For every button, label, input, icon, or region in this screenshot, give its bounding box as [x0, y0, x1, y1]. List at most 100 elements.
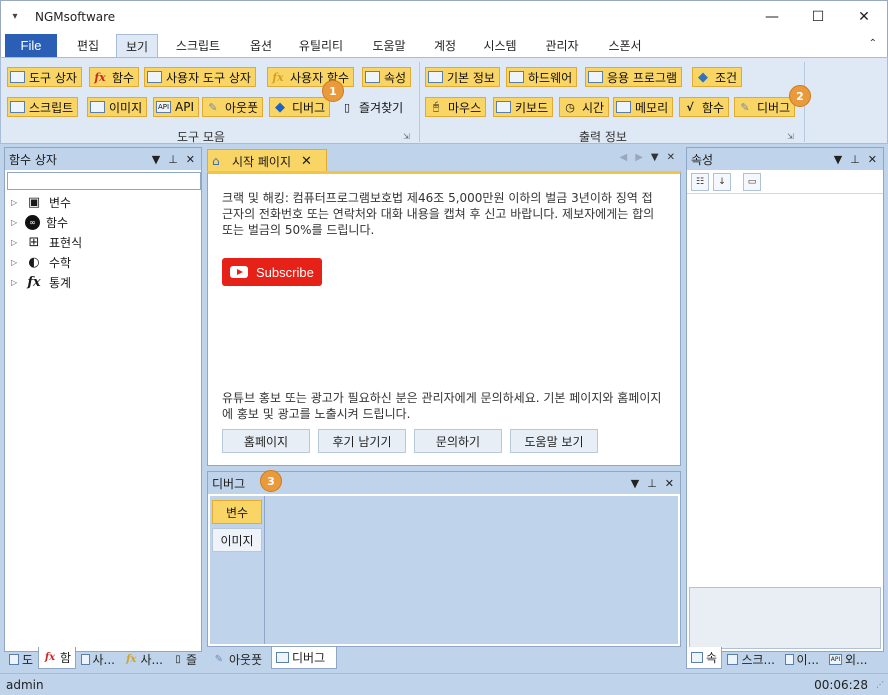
ribbon-keyboard-button[interactable]: 키보드 — [493, 97, 554, 117]
ribbon-properties-button[interactable]: 속성 — [362, 67, 412, 87]
tab-output[interactable]: ✎ 아웃풋 — [207, 649, 271, 669]
page-icon: ▯ — [175, 653, 181, 665]
tab-account[interactable]: 계정 — [423, 34, 467, 57]
collapse-ribbon-icon[interactable]: ⌃ — [869, 38, 877, 49]
script-icon — [727, 653, 739, 665]
tree-item-expression[interactable]: ▷ ⊞ 표현식 — [11, 232, 82, 252]
tab-utility[interactable]: 유틸리티 — [289, 34, 353, 57]
debug-tab-image[interactable]: 이미지 — [212, 528, 262, 552]
quick-access-icon[interactable]: ▾ — [5, 11, 25, 22]
tools-group-launcher-icon[interactable]: ⇲ — [403, 132, 410, 141]
function-box-panel: 함수 상자 ▼ ⊥ ✕ ▷ ▣ 변수 ▷ ∞ 함수 ▷ ⊞ 표현식 ▷ ◐ 수학 ▷ fx 통계 — [4, 147, 202, 652]
tab-favorites[interactable]: ▯ 즐 — [168, 649, 202, 669]
sort-az-icon[interactable]: ↓ — [713, 172, 731, 191]
tab-user-function[interactable]: fx 사... — [120, 649, 168, 669]
tab-script[interactable]: 스크... — [722, 649, 780, 669]
ribbon-condition-button[interactable]: ◆ 조건 — [692, 67, 743, 87]
help-button[interactable]: 도움말 보기 — [510, 429, 598, 453]
image-icon — [785, 653, 794, 665]
resize-grip-icon[interactable]: ⋰ — [876, 680, 884, 689]
tab-start-page[interactable]: ⌂ 시작 페이지 ✕ — [207, 149, 327, 172]
info-icon: ◆ — [275, 99, 285, 115]
tree-item-function[interactable]: ▷ ∞ 함수 — [11, 212, 82, 232]
pin-icon[interactable]: ⊥ — [647, 477, 657, 490]
pin-icon[interactable]: ⊥ — [850, 153, 860, 166]
minimize-button[interactable]: — — [749, 1, 795, 33]
tab-image[interactable]: 이... — [780, 649, 824, 669]
tab-external[interactable]: API 외... — [824, 649, 874, 669]
api-icon: API — [829, 653, 842, 665]
ribbon-basic-info-button[interactable]: 기본 정보 — [425, 67, 500, 87]
scroll-right-icon[interactable]: ▶ — [635, 152, 643, 163]
tab-sponsor[interactable]: 스폰서 — [597, 34, 653, 57]
ribbon-time-button[interactable]: ◷ 시간 — [559, 97, 610, 117]
close-tab-icon[interactable]: ✕ — [301, 154, 312, 169]
dropdown-icon[interactable]: ▼ — [834, 153, 842, 166]
expand-icon[interactable]: ▷ — [11, 278, 25, 287]
ribbon-hardware-button[interactable]: 하드웨어 — [506, 67, 578, 87]
tab-help[interactable]: 도움말 — [361, 34, 417, 57]
close-icon[interactable]: ✕ — [186, 153, 195, 166]
tab-function[interactable]: fx 함 — [38, 647, 76, 669]
tab-script[interactable]: 스크립트 — [163, 34, 233, 57]
ribbon-output-debug-button[interactable]: ✎ 디버그 — [734, 97, 796, 117]
expand-icon[interactable]: ▷ — [11, 218, 25, 227]
homepage-button[interactable]: 홈페이지 — [222, 429, 310, 453]
ribbon-mouse-button[interactable]: 🖰 마우스 — [425, 97, 487, 117]
tab-list-icon[interactable]: ▼ — [651, 152, 659, 163]
ribbon-function-button[interactable]: fx 함수 — [89, 67, 140, 87]
tab-user-toolbox[interactable]: 사... — [76, 649, 120, 669]
ribbon-output-button[interactable]: ✎ 아웃풋 — [202, 97, 264, 117]
tab-system[interactable]: 시스템 — [473, 34, 527, 57]
property-pages-icon[interactable]: ▭ — [743, 172, 761, 191]
close-icon[interactable]: ✕ — [667, 152, 675, 163]
youtube-subscribe-button[interactable]: Subscribe — [222, 258, 322, 286]
eraser-icon: ✎ — [208, 100, 218, 114]
tab-options[interactable]: 옵션 — [239, 34, 283, 57]
ribbon-output-function-button[interactable]: √ 함수 — [679, 97, 730, 117]
property-description — [689, 587, 881, 649]
ribbon-application-button[interactable]: 응용 프로그램 — [585, 67, 683, 87]
hardware-icon — [509, 71, 524, 83]
tab-edit[interactable]: 편집 — [63, 34, 113, 57]
ribbon-toolbox-button[interactable]: 도구 상자 — [7, 67, 82, 87]
maximize-button[interactable]: ☐ — [795, 1, 841, 33]
panel-title: 속성 — [691, 152, 714, 167]
close-icon[interactable]: ✕ — [868, 153, 877, 166]
review-button[interactable]: 후기 남기기 — [318, 429, 406, 453]
close-button[interactable]: ✕ — [841, 1, 887, 33]
keyboard-icon — [496, 101, 511, 113]
tree-item-statistics[interactable]: ▷ fx 통계 — [11, 272, 82, 292]
tree-item-variable[interactable]: ▷ ▣ 변수 — [11, 192, 82, 212]
search-input[interactable] — [7, 172, 201, 190]
tab-admin[interactable]: 관리자 — [534, 34, 590, 57]
expand-icon[interactable]: ▷ — [11, 238, 25, 247]
tab-toolbox[interactable]: 도 — [4, 649, 38, 669]
tab-view[interactable]: 보기 — [116, 34, 158, 57]
ribbon-image-button[interactable]: 이미지 — [87, 97, 148, 117]
ribbon-script-button[interactable]: 스크립트 — [7, 97, 79, 117]
expand-icon[interactable]: ▷ — [11, 198, 25, 207]
scroll-left-icon[interactable]: ◀ — [620, 152, 628, 163]
debug-panel: 디버그 ▼ ⊥ ✕ 3 변수 이미지 — [207, 470, 681, 647]
ribbon-debug-button[interactable]: ◆ 디버그 — [269, 97, 331, 117]
tree-item-math[interactable]: ▷ ◐ 수학 — [11, 252, 82, 272]
expand-icon[interactable]: ▷ — [11, 258, 25, 267]
close-icon[interactable]: ✕ — [665, 477, 674, 490]
tab-debug[interactable]: 디버그 — [271, 647, 337, 669]
pin-icon[interactable]: ⊥ — [168, 153, 178, 166]
tab-properties[interactable]: 속 — [686, 647, 722, 669]
ribbon-user-toolbox-button[interactable]: 사용자 도구 상자 — [144, 67, 256, 87]
file-menu[interactable]: File — [5, 34, 57, 57]
debug-content — [264, 496, 678, 644]
categorized-icon[interactable]: ☷ — [691, 172, 709, 191]
dropdown-icon[interactable]: ▼ — [152, 153, 160, 166]
output-group-launcher-icon[interactable]: ⇲ — [787, 132, 794, 141]
inquiry-button[interactable]: 문의하기 — [414, 429, 502, 453]
dropdown-icon[interactable]: ▼ — [631, 477, 639, 490]
debug-tab-variable[interactable]: 변수 — [212, 500, 262, 524]
ribbon-memory-button[interactable]: 메모리 — [613, 97, 674, 117]
ribbon-favorites-button[interactable]: ▯ 즐겨찾기 — [337, 97, 407, 117]
callout-badge-3: 3 — [260, 470, 282, 492]
ribbon-api-button[interactable]: API API — [153, 97, 199, 117]
